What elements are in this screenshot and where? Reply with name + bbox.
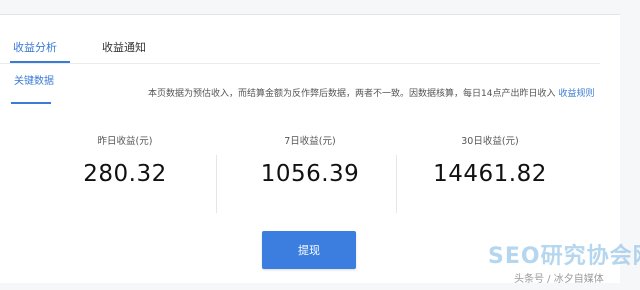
stat-label: 昨日收益(元) [97, 136, 153, 147]
watermark-logo: SEO研究协会网 [488, 244, 640, 269]
stat-divider [396, 155, 397, 213]
stat-label: 7日收益(元) [284, 136, 336, 147]
tab-earnings-notice[interactable]: 收益通知 [102, 39, 146, 55]
stat-30-day: 30日收益(元) 14461.82 [405, 125, 575, 211]
stat-value: 280.32 [83, 161, 167, 187]
tab-earnings-analysis[interactable]: 收益分析 [13, 39, 57, 55]
earnings-rules-link[interactable]: 收益规则 [558, 89, 594, 99]
tab-bar: 收益分析 收益通知 [0, 33, 600, 64]
stat-value: 14461.82 [433, 161, 547, 187]
active-subtab-indicator [11, 102, 51, 104]
stat-label: 30日收益(元) [461, 136, 519, 147]
page: 收益分析 收益通知 关键数据 本页数据为预估收入，而结算金额为反作弊后数据，两者… [0, 0, 640, 290]
notice-body: 本页数据为预估收入，而结算金额为反作弊后数据，两者不一致。因数据核算，每日14点… [148, 89, 556, 99]
withdraw-button[interactable]: 提现 [262, 231, 356, 269]
watermark-author: 头条号 / 冰夕自媒体 [514, 274, 604, 285]
stat-value: 1056.39 [260, 161, 360, 187]
active-tab-indicator [10, 61, 70, 63]
stat-divider [216, 155, 217, 213]
notice-text: 本页数据为预估收入，而结算金额为反作弊后数据，两者不一致。因数据核算，每日14点… [148, 86, 594, 99]
stats-row: 昨日收益(元) 280.32 7日收益(元) 1056.39 30日收益(元) … [40, 125, 610, 215]
subtab-key-data[interactable]: 关键数据 [14, 72, 54, 87]
stat-yesterday: 昨日收益(元) 280.32 [40, 125, 210, 211]
stat-7-day: 7日收益(元) 1056.39 [225, 125, 395, 211]
